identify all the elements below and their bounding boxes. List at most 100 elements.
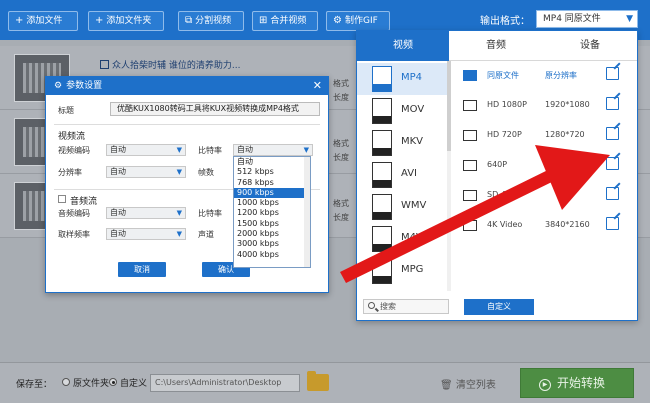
dropdown-option[interactable]: 自动 [234,157,310,167]
output-format-select[interactable]: MP4 同原文件 ▼ [536,10,638,28]
format-label: 格式 [333,139,349,148]
dropdown-option[interactable]: 3000 kbps [234,239,310,249]
format-list: MP4 MOV MKV AVI WMV M4V MPG [357,61,451,291]
format-item-mp4[interactable]: MP4 [357,63,447,95]
mpg-file-icon [372,258,392,284]
dialog-header: ⚙ 参数设置 [46,77,328,95]
split-video-button[interactable]: ⧉ 分割视频 [178,11,244,31]
make-gif-button[interactable]: ⚙ 制作GIF [326,11,390,31]
chevron-down-icon: ▼ [626,14,633,24]
add-file-button[interactable]: + 添加文件 [8,11,78,31]
preset-row[interactable]: 640P 960*640 [457,151,633,181]
bottom-bar: 保存至： 原文件夹 自定义 C:\Users\Administrator\Des… [0,362,650,403]
format-item-mpg[interactable]: MPG [357,255,447,287]
video-codec-select[interactable]: 自动 ▼ [106,144,186,156]
format-item-avi[interactable]: AVI [357,159,447,191]
format-search-input[interactable]: 搜索 [363,299,449,314]
preset-row[interactable]: 4K Video 3840*2160 [457,211,633,241]
dropdown-option[interactable]: 4000 kbps [234,250,310,260]
audio-codec-select[interactable]: 自动 ▼ [106,207,186,219]
framerate-label: 帧数 [198,168,214,177]
mkv-file-icon [372,130,392,156]
m4v-file-icon [372,226,392,252]
sample-rate-select[interactable]: 自动 ▼ [106,228,186,240]
radio-original-folder[interactable] [62,378,70,386]
dropdown-scrollbar[interactable] [304,157,310,267]
folder-icon[interactable] [307,371,329,391]
split-icon: ⧉ [185,15,193,26]
trash-icon: 🗑 [440,380,453,391]
edit-icon[interactable] [606,127,619,140]
merge-icon: ⊞ [259,15,268,26]
title-input[interactable]: 优酷KUX1080转码工具将KUX视频转换成MP4格式 [110,102,320,116]
dropdown-option[interactable]: 768 kbps [234,178,310,188]
format-item-mov[interactable]: MOV [357,95,447,127]
edit-icon[interactable] [606,157,619,170]
length-label: 长度 [333,153,349,162]
dropdown-option[interactable]: 2000 kbps [234,229,310,239]
dropdown-option-selected[interactable]: 900 kbps [234,187,310,199]
radio-custom-label: 自定义 [120,379,148,389]
length-label: 长度 [333,93,349,102]
chevron-down-icon: ▼ [176,168,182,176]
radio-original-label: 原文件夹 [73,379,110,389]
start-convert-button[interactable]: ▶ 开始转换 [520,368,634,398]
mov-file-icon [372,98,392,124]
audio-section-title: 音频流 [70,197,98,207]
format-list-scrollbar[interactable] [447,61,451,291]
divider [54,124,320,125]
preset-row[interactable]: HD 720P 1280*720 [457,121,633,151]
dropdown-option[interactable]: 1000 kbps [234,198,310,208]
preset-icon [463,70,477,81]
bitrate-select[interactable]: 自动 ▼ [233,144,313,156]
save-to-label: 保存至： [16,380,53,390]
tab-device[interactable]: 设备 [543,31,637,61]
film-icon [463,190,477,201]
output-format-label: 输出格式： [480,16,530,27]
gear-icon: ⚙ [333,15,342,26]
format-item-mkv[interactable]: MKV [357,127,447,159]
preset-row[interactable]: SD 480P [457,181,633,211]
length-label: 长度 [333,213,349,222]
radio-custom-folder[interactable] [109,378,117,386]
film-icon [463,160,477,171]
edit-icon[interactable] [606,187,619,200]
plus-icon: + [95,15,104,26]
tab-video[interactable]: 视频 [357,31,449,61]
close-icon[interactable]: ✕ [313,77,322,95]
resolution-select[interactable]: 自动 ▼ [106,166,186,178]
dropdown-option[interactable]: 1500 kbps [234,219,310,229]
mp4-file-icon [372,66,392,92]
format-item-m4v[interactable]: M4V [357,223,447,255]
audio-bitrate-label: 比特率 [198,209,222,218]
clear-list-button[interactable]: 🗑 清空列表 [440,376,496,391]
avi-file-icon [372,162,392,188]
dropdown-option[interactable]: 512 kbps [234,167,310,177]
sample-rate-label: 取样频率 [58,230,90,239]
merge-video-button[interactable]: ⊞ 合并视频 [252,11,318,31]
audio-stream-checkbox[interactable] [58,195,66,203]
video-section-title: 视频流 [58,132,86,142]
plus-icon: + [15,15,24,26]
preset-row[interactable]: HD 1080P 1920*1080 [457,91,633,121]
video-codec-label: 视频编码 [58,146,90,155]
edit-icon[interactable] [100,60,109,69]
bitrate-dropdown-list[interactable]: 自动 512 kbps 768 kbps 900 kbps 1000 kbps … [233,156,311,268]
edit-icon[interactable] [606,97,619,110]
dropdown-option[interactable]: 1200 kbps [234,208,310,218]
bitrate-label: 比特率 [198,146,222,155]
format-item-wmv[interactable]: WMV [357,191,447,223]
film-icon [463,220,477,231]
cancel-button[interactable]: 取消 [118,262,166,277]
custom-preset-button[interactable]: 自定义 [464,299,534,315]
channel-label: 声道 [198,230,214,239]
preset-row[interactable]: 同原文件 原分辨率 [457,61,633,91]
tab-audio[interactable]: 音频 [449,31,543,61]
add-folder-button[interactable]: + 添加文件夹 [88,11,164,31]
edit-icon[interactable] [606,67,619,80]
chevron-down-icon: ▼ [176,209,182,217]
output-path-input[interactable]: C:\Users\Administrator\Desktop [150,374,300,392]
search-icon [368,302,375,309]
gear-icon: ⚙ [54,81,63,91]
edit-icon[interactable] [606,217,619,230]
